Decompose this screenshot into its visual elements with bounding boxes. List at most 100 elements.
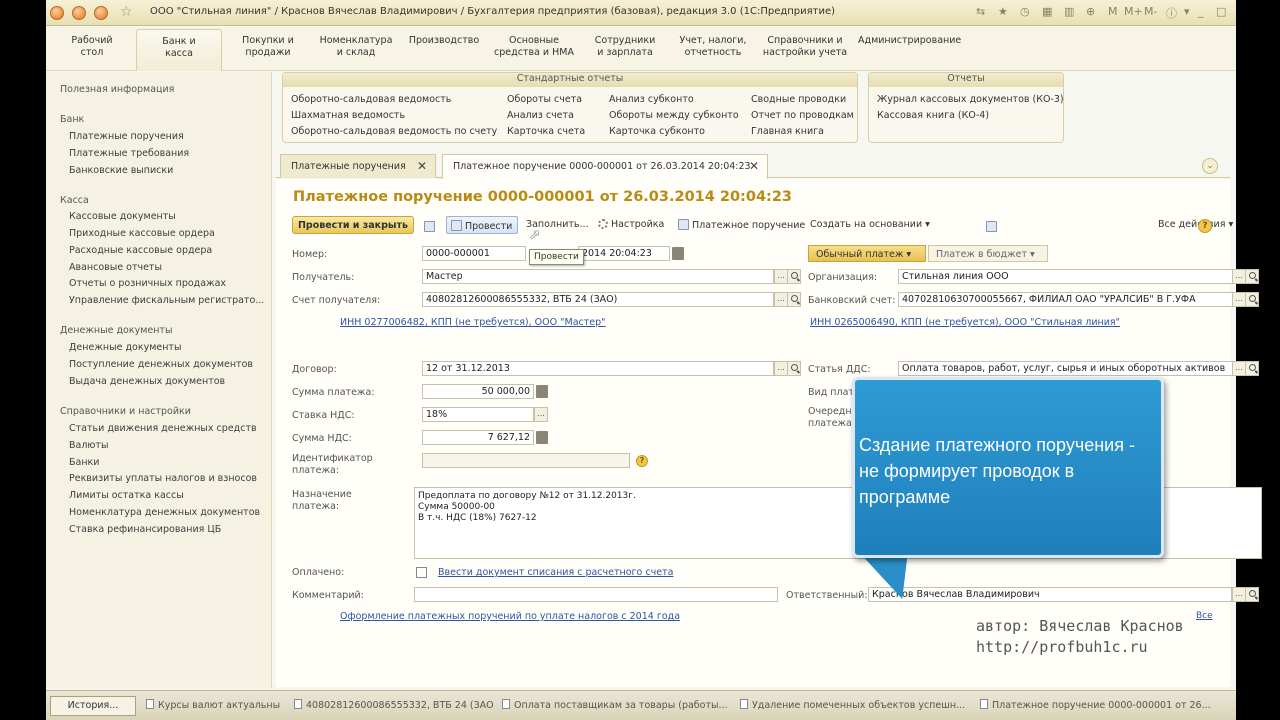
search-icon[interactable] [1245,361,1259,376]
zoom-icon[interactable]: ⊕ [1086,5,1095,18]
report-link[interactable]: Отчет по проводкам [751,110,854,121]
select-button[interactable]: ... [774,269,788,284]
normal-payment-toggle[interactable]: Обычный платеж ▾ [808,245,926,262]
nav-item-money-docs[interactable]: Денежные документы [69,342,181,353]
font-m-icon[interactable]: M [1108,5,1118,18]
search-icon[interactable] [787,292,801,307]
section-fixed-assets[interactable]: Основные средства и НМА [492,35,576,69]
settings-button[interactable]: Настройка [594,216,668,234]
favorites-star-icon[interactable]: ☆ [120,4,133,20]
calculator-icon[interactable]: ▦ [1042,5,1052,18]
select-button[interactable]: ... [1232,292,1246,307]
forward-icon[interactable] [94,6,108,20]
tax-payment-orders-link[interactable]: Оформление платежных поручений по уплате… [340,611,680,622]
section-accounting-taxes[interactable]: Учет, налоги, отчетность [676,35,750,69]
nav-item-cash-expenses[interactable]: Расходные кассовые ордера [69,245,212,256]
report-link[interactable]: Обороты между субконто [609,110,739,121]
nav-item-retail-reports[interactable]: Отчеты о розничных продажах [69,278,226,289]
app-menu-icon[interactable] [50,6,64,20]
section-desktop[interactable]: Рабочий стол [60,35,124,69]
font-mminus-icon[interactable]: M- [1144,5,1157,18]
section-administration[interactable]: Администрирование [858,35,961,69]
select-button[interactable]: ... [1232,587,1246,602]
help-icon[interactable]: ? [636,455,648,467]
select-button[interactable]: ... [1232,361,1246,376]
maximize-icon[interactable]: □ [1216,5,1226,18]
select-button[interactable]: ... [774,361,788,376]
all-link[interactable]: Все [1196,611,1213,621]
section-references[interactable]: Справочники и настройки учета [762,35,848,69]
report-link[interactable]: Кассовая книга (КО-4) [877,110,989,121]
org-field[interactable]: Стильная линия ООО [898,269,1234,284]
nav-item-refinancing-rate[interactable]: Ставка рефинансирования ЦБ [69,524,221,535]
nav-item-banks[interactable]: Банки [69,457,99,468]
report-link[interactable]: Главная книга [751,126,824,137]
sum-field[interactable]: 50 000,00 [422,384,534,399]
link-icon[interactable]: ⇆ [976,5,985,18]
recipient-account-field[interactable]: 40802812600086555332, ВТБ 24 (ЗАО) [422,292,774,307]
history-icon[interactable]: ◷ [1020,5,1030,18]
chevron-down-icon[interactable]: ⌄ [1202,158,1218,174]
nav-item-advance-reports[interactable]: Авансовые отчеты [69,262,162,273]
history-button[interactable]: История... [50,696,136,716]
report-link[interactable]: Анализ субконто [609,94,694,105]
select-button[interactable]: ... [774,292,788,307]
save-icon[interactable] [424,221,435,232]
tab-payment-order[interactable]: Платежное поручение 0000-000001 от 26.03… [442,154,768,179]
nav-item-currencies[interactable]: Валюты [69,440,108,451]
search-icon[interactable] [1245,269,1259,284]
contract-field[interactable]: 12 от 31.12.2013 [422,361,774,376]
report-icon[interactable] [986,221,997,232]
paid-checkbox[interactable] [416,567,427,578]
dds-field[interactable]: Оплата товаров, работ, услуг, сырья и ин… [898,361,1234,376]
close-icon[interactable]: ✕ [749,159,759,173]
select-button[interactable]: ... [534,407,548,422]
post-button[interactable]: Провести [446,216,518,234]
report-link[interactable]: Карточка счета [507,126,585,137]
taskbar-item[interactable]: Удаление помеченных объектов успешн... [740,699,972,711]
nav-item-money-docs-in[interactable]: Поступление денежных документов [69,359,253,370]
menu-dropdown-icon[interactable]: ▾ [1184,5,1190,18]
nav-item-cash-limits[interactable]: Лимиты остатка кассы [69,490,184,501]
nav-item-bank-statements[interactable]: Банковские выписки [69,165,173,176]
budget-payment-toggle[interactable]: Платеж в бюджет ▾ [928,245,1048,262]
post-and-close-button[interactable]: Провести и закрыть [292,216,414,234]
report-link[interactable]: Обороты счета [507,94,582,105]
vat-rate-field[interactable]: 18% [422,407,534,422]
comment-field[interactable] [414,587,778,602]
back-icon[interactable] [72,6,86,20]
nav-useful-info[interactable]: Полезная информация [60,84,174,95]
nav-item-cash-docs[interactable]: Кассовые документы [69,211,176,222]
taskbar-item[interactable]: Оплата поставщикам за товары (работы... [502,699,732,711]
close-icon[interactable]: ✕ [417,159,427,173]
select-button[interactable]: ... [1232,269,1246,284]
calendar-icon[interactable] [672,247,684,260]
nav-item-fiscal-registrar[interactable]: Управление фискальным регистрато... [69,295,264,306]
report-link[interactable]: Журнал кассовых документов (КО-3) [877,94,1064,105]
font-mplus-icon[interactable]: M+ [1124,5,1143,18]
search-icon[interactable] [787,269,801,284]
search-icon[interactable] [1245,587,1259,602]
taskbar-item[interactable]: 40802812600086555332, ВТБ 24 (ЗАО) [294,699,494,711]
nav-item-cash-receipts[interactable]: Приходные кассовые ордера [69,228,215,239]
nav-item-cashflow-items[interactable]: Статьи движения денежных средств [69,423,257,434]
minimize-icon[interactable]: _ [1198,5,1204,18]
nav-item-payment-orders[interactable]: Платежные поручения [69,131,184,142]
report-link[interactable]: Шахматная ведомость [291,110,405,121]
nav-item-payment-requests[interactable]: Платежные требования [69,148,189,159]
info-icon[interactable]: ⓘ [1166,5,1177,21]
calculator-icon[interactable] [536,385,548,398]
report-link[interactable]: Оборотно-сальдовая ведомость [291,94,451,105]
number-field[interactable]: 0000-000001 [422,246,526,261]
all-actions-button[interactable]: Все действия ▾ [1154,216,1237,234]
section-staff-salary[interactable]: Сотрудники и зарплата [590,35,660,69]
report-link[interactable]: Оборотно-сальдовая ведомость по счету [291,126,497,137]
section-production[interactable]: Производство [408,35,480,69]
report-link[interactable]: Сводные проводки [751,94,846,105]
taskbar-item[interactable]: Платежное поручение 0000-000001 от 26... [980,699,1232,711]
taskbar-item[interactable]: Курсы валют актуальны [146,699,286,711]
help-icon[interactable]: ? [1198,219,1212,233]
calculator-icon[interactable] [536,431,548,444]
tab-payment-orders[interactable]: Платежные поручения ✕ [280,154,436,178]
create-based-on-button[interactable]: Создать на основании ▾ [806,216,934,234]
